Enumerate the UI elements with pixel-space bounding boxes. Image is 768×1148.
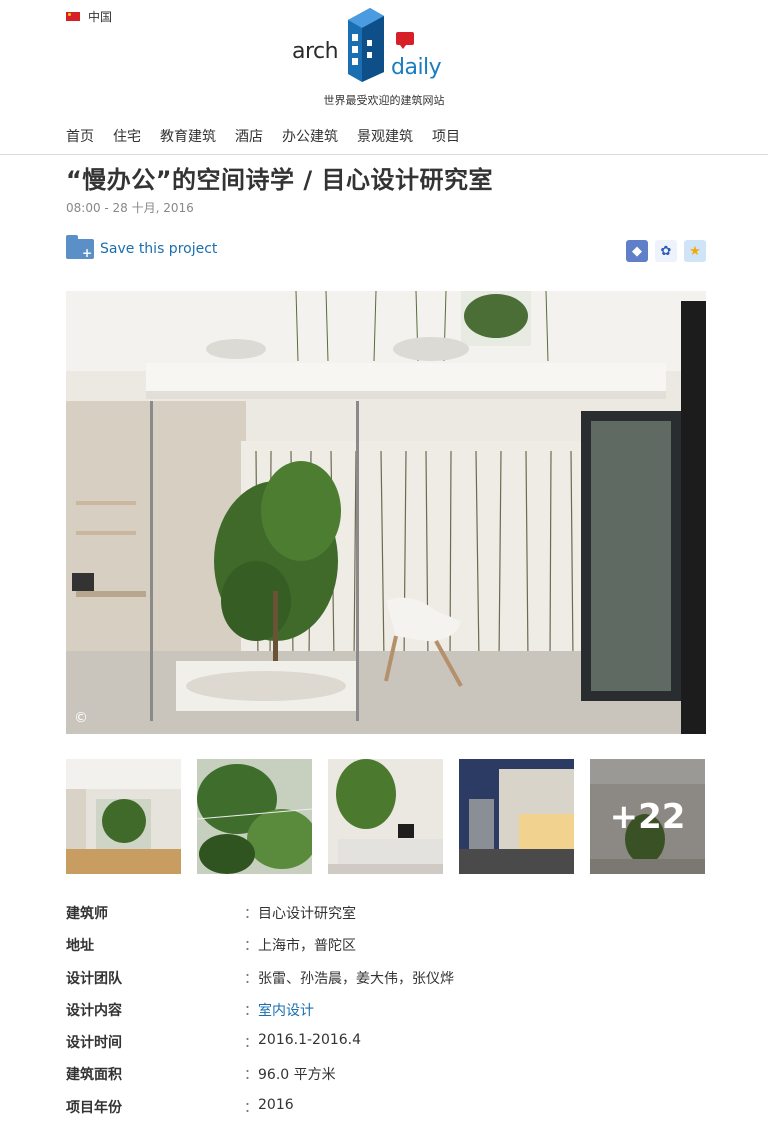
spec-row-area: 建筑面积 ： 96.0 平方米 [66, 1064, 706, 1096]
more-photos-count: +22 [590, 759, 705, 874]
thumb-photo-1 [66, 759, 181, 874]
nav-item-landscape[interactable]: 景观建筑 [357, 126, 413, 146]
article-date: 08:00 - 28 十月, 2016 [66, 201, 194, 215]
thumb-photo-2 [197, 759, 312, 874]
favorite-icon[interactable]: ★ [684, 240, 706, 262]
spec-colon: ： [244, 906, 258, 922]
spec-key: 设计时间 [66, 1035, 122, 1052]
spec-row-year: 项目年份 ： 2016 [66, 1097, 706, 1129]
gallery-thumb-more[interactable]: +22 [590, 759, 705, 874]
spec-key: 建筑面积 [66, 1067, 122, 1084]
spec-value: 96.0 平方米 [258, 1067, 336, 1084]
gallery-thumb-3[interactable] [328, 759, 443, 874]
gallery-thumbnails: +22 [66, 759, 705, 874]
thumb-photo-3 [328, 759, 443, 874]
save-project-label: Save this project [100, 241, 218, 257]
spec-key: 项目年份 [66, 1099, 122, 1116]
spec-colon: ： [244, 1099, 258, 1116]
save-project-button[interactable]: Save this project [66, 235, 218, 260]
project-specs: 建筑师 ： 目心设计研究室 地址 ： 上海市，普陀区 设计团队 ： 张雷、孙浩晨… [66, 903, 706, 1129]
spec-key: 设计内容 [66, 1002, 122, 1019]
logo-china-flag-icon [396, 32, 414, 49]
thumb-photo-4 [459, 759, 574, 874]
spec-value: 2016.1-2016.4 [258, 1032, 362, 1049]
gallery-thumb-2[interactable] [197, 759, 312, 874]
hero-photo [66, 291, 706, 734]
nav-item-projects[interactable]: 项目 [432, 126, 460, 146]
copyright-icon: © [74, 710, 88, 726]
spec-value: 张雷、孙浩晨，姜大伟，张仪烨 [258, 970, 454, 987]
nav-divider [0, 154, 768, 155]
spec-colon: ： [244, 1035, 258, 1052]
spec-colon: ： [244, 970, 258, 987]
baidu-icon[interactable]: ✿ [655, 240, 677, 262]
spec-key: 设计团队 [66, 970, 122, 987]
spec-value-link[interactable]: 室内设计 [258, 1000, 314, 1020]
spec-value: 目心设计研究室 [258, 906, 356, 922]
nav-item-hotel[interactable]: 酒店 [235, 126, 263, 146]
spec-row-design-content: 设计内容 ： 室内设计 [66, 1000, 706, 1032]
spec-row-design-period: 设计时间 ： 2016.1-2016.4 [66, 1032, 706, 1064]
spec-key: 地址 [66, 938, 94, 955]
weibo-icon[interactable]: ◆ [626, 240, 648, 262]
hero-image[interactable]: © [66, 291, 706, 734]
spec-colon: ： [244, 1067, 258, 1084]
spec-colon: ： [244, 1002, 258, 1019]
spec-value: 2016 [258, 1096, 294, 1113]
spec-row-team: 设计团队 ： 张雷、孙浩晨，姜大伟，张仪烨 [66, 968, 706, 1000]
site-tagline: 世界最受欢迎的建筑网站 [323, 94, 445, 107]
spec-row-architect: 建筑师 ： 目心设计研究室 [66, 903, 706, 935]
country-label: 中国 [88, 10, 113, 24]
article-title: “慢办公”的空间诗学 / 目心设计研究室 [66, 166, 494, 194]
china-flag-icon [66, 12, 80, 21]
gallery-thumb-4[interactable] [459, 759, 574, 874]
folder-add-icon [66, 235, 94, 260]
logo-building-icon [348, 8, 384, 82]
nav-item-office[interactable]: 办公建筑 [282, 126, 338, 146]
spec-row-address: 地址 ： 上海市，普陀区 [66, 935, 706, 967]
country-selector[interactable]: 中国 [66, 8, 112, 25]
logo-daily-text: daily [391, 55, 442, 80]
spec-value: 上海市，普陀区 [258, 938, 356, 955]
spec-key: 建筑师 [66, 906, 108, 922]
nav-item-home[interactable]: 首页 [66, 126, 94, 146]
nav-item-residential[interactable]: 住宅 [113, 126, 141, 146]
gallery-thumb-1[interactable] [66, 759, 181, 874]
nav-item-education[interactable]: 教育建筑 [160, 126, 216, 146]
logo-arch-text: arch [292, 39, 339, 64]
main-nav: 首页 住宅 教育建筑 酒店 办公建筑 景观建筑 项目 [66, 126, 460, 146]
spec-colon: ： [244, 938, 258, 955]
share-bar: ◆ ✿ ★ [626, 240, 706, 262]
